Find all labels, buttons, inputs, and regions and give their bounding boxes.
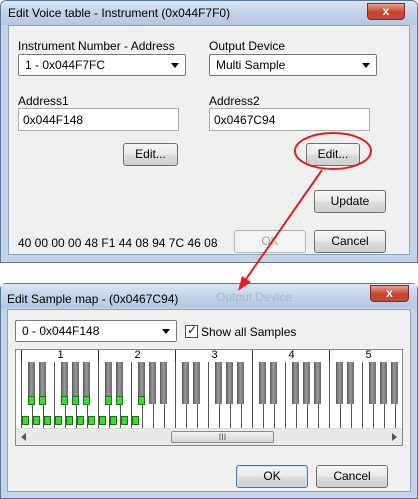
annotation-arrowhead	[238, 276, 251, 291]
highlight-ellipse	[294, 132, 372, 170]
annotation-arrow-line	[243, 169, 323, 283]
annotation-overlay	[238, 132, 372, 291]
